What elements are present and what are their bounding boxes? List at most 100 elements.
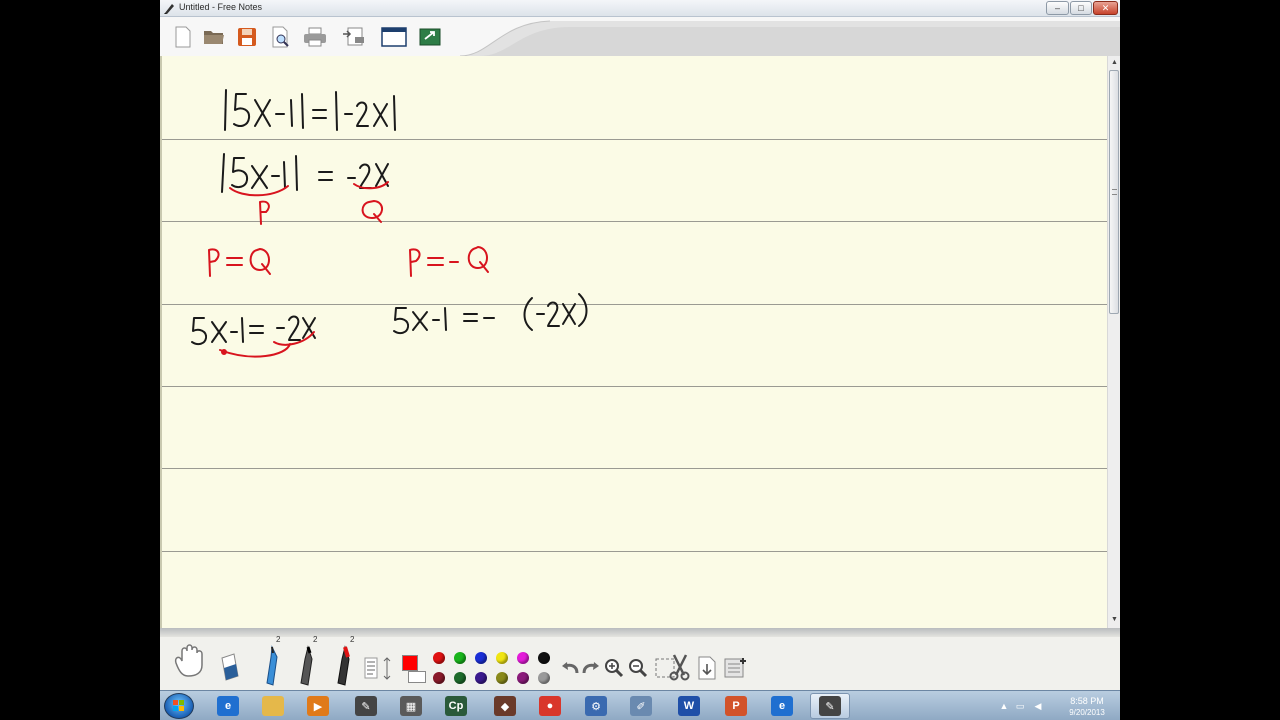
app-hat-icon: ◆ <box>494 696 516 716</box>
color-swatch[interactable] <box>517 652 529 664</box>
page-setup-button[interactable] <box>341 24 367 50</box>
title-bar: Untitled - Free Notes – □ ✕ <box>160 0 1120 17</box>
window-view-button[interactable] <box>381 24 407 50</box>
taskbar-button-notepad[interactable]: ✐ <box>621 693 661 719</box>
taskbar-button-chrome[interactable]: ● <box>530 693 570 719</box>
notepad-icon: ✐ <box>630 696 652 716</box>
color-swatch[interactable] <box>538 672 550 684</box>
handwritten-cases <box>208 246 489 277</box>
taskbar-button-captivate[interactable]: Cp <box>436 693 476 719</box>
highlighter-tool-button[interactable] <box>332 642 356 688</box>
color-swatch[interactable] <box>475 672 487 684</box>
undo-icon <box>562 662 579 674</box>
magnifier-page-icon <box>272 26 289 48</box>
taskbar-button-ie-2[interactable]: e <box>762 693 802 719</box>
redo-icon <box>582 662 599 674</box>
main-toolbar <box>160 17 1120 56</box>
insert-page-icon <box>698 656 716 680</box>
handwritten-equation-4 <box>393 293 588 335</box>
taskbar-button-ie[interactable]: e <box>208 693 248 719</box>
palette-header <box>160 628 1120 637</box>
printer-icon <box>304 27 326 47</box>
scroll-up-arrow[interactable]: ▲ <box>1110 58 1119 67</box>
undo-button[interactable] <box>560 658 580 678</box>
handwritten-equation-2 <box>221 153 389 193</box>
zoom-out-button[interactable] <box>627 657 649 679</box>
color-swatch[interactable] <box>454 652 466 664</box>
taskbar-button-powerpoint[interactable]: P <box>716 693 756 719</box>
print-button[interactable] <box>302 24 328 50</box>
maximize-button[interactable]: □ <box>1070 1 1092 15</box>
black-marker-icon <box>300 645 313 686</box>
color-swatch[interactable] <box>517 672 529 684</box>
marker-tool-button[interactable] <box>295 642 319 688</box>
clock-date[interactable]: 9/20/2013 <box>1058 708 1116 717</box>
clock-time[interactable]: 8:58 PM <box>1058 696 1116 706</box>
taskbar-button-app-puzzle[interactable]: ▦ <box>391 693 431 719</box>
insert-page-button[interactable] <box>695 655 719 681</box>
open-folder-button[interactable] <box>201 24 227 50</box>
handwriting-layer <box>191 89 588 358</box>
hand-icon <box>174 644 203 677</box>
taskbar-button-free-notes-2[interactable]: ✎ <box>810 693 850 719</box>
zoom-out-icon <box>629 659 648 678</box>
ie-2-icon: e <box>771 696 793 716</box>
taskbar-button-explorer[interactable] <box>253 693 293 719</box>
handwritten-equation-1 <box>224 89 396 131</box>
blank-page-icon <box>175 26 191 48</box>
handwritten-labels-p-q <box>229 181 389 225</box>
ie-icon: e <box>217 696 239 716</box>
text-align-button[interactable] <box>363 656 395 682</box>
color-swatch[interactable] <box>496 672 508 684</box>
scroll-thumb[interactable] <box>1109 70 1119 314</box>
network-tray-icon[interactable]: ▭ <box>1014 700 1026 712</box>
handwritten-arc-1 <box>219 331 315 358</box>
toolbar-swoosh <box>460 20 1120 56</box>
color-swatch[interactable] <box>475 652 487 664</box>
floppy-disk-icon <box>238 28 256 46</box>
window-icon <box>381 27 407 47</box>
color-swatch[interactable] <box>433 672 445 684</box>
page-setup-icon <box>343 27 364 46</box>
color-swatch[interactable] <box>454 672 466 684</box>
eraser-tool-button[interactable] <box>216 650 242 686</box>
notes-page[interactable] <box>160 56 1107 628</box>
taskbar-button-app-hat[interactable]: ◆ <box>485 693 525 719</box>
taskbar-button-free-notes[interactable]: ✎ <box>346 693 386 719</box>
pencil-tool-button[interactable] <box>260 642 284 688</box>
scroll-down-arrow[interactable]: ▼ <box>1110 615 1119 624</box>
minimize-button[interactable]: – <box>1046 1 1069 15</box>
window-title: Untitled - Free Notes <box>179 2 263 12</box>
vertical-scrollbar[interactable]: ▲ ▼ <box>1107 56 1120 628</box>
explorer-icon <box>262 696 284 716</box>
cut-button[interactable] <box>667 652 693 682</box>
color-swatch[interactable] <box>538 652 550 664</box>
chrome-icon: ● <box>539 696 561 716</box>
screen: Untitled - Free Notes – □ ✕ ▲ ▼ 2 2 2 ▲ … <box>160 0 1120 720</box>
new-document-button[interactable] <box>170 24 196 50</box>
system-tray: ▲ ▭ ◀ 8:58 PM 9/20/2013 <box>996 693 1120 719</box>
color-swatch[interactable] <box>496 652 508 664</box>
taskbar-button-word[interactable]: W <box>669 693 709 719</box>
taskbar-button-media-player[interactable]: ▶ <box>298 693 338 719</box>
hand-tool-button[interactable] <box>168 640 208 680</box>
export-button[interactable] <box>417 24 443 50</box>
color-swatch[interactable] <box>433 652 445 664</box>
windows-logo-icon <box>173 700 184 711</box>
add-page-button[interactable] <box>722 655 748 681</box>
tray-expand-icon[interactable]: ▲ <box>998 700 1010 712</box>
close-button[interactable]: ✕ <box>1093 1 1118 15</box>
current-color-swatch[interactable] <box>402 655 418 671</box>
redo-button[interactable] <box>581 658 601 678</box>
save-button[interactable] <box>234 24 260 50</box>
red-marker-icon <box>337 645 350 686</box>
volume-tray-icon[interactable]: ◀ <box>1032 700 1044 712</box>
background-color-swatch[interactable] <box>408 671 426 683</box>
taskbar-button-network[interactable]: ⚙ <box>576 693 616 719</box>
zoom-in-button[interactable] <box>603 657 625 679</box>
print-preview-button[interactable] <box>268 24 294 50</box>
blue-pencil-icon <box>266 645 278 686</box>
start-button[interactable] <box>164 693 194 719</box>
free-notes-icon: ✎ <box>355 696 377 716</box>
scroll-grip-icon <box>1112 189 1117 195</box>
